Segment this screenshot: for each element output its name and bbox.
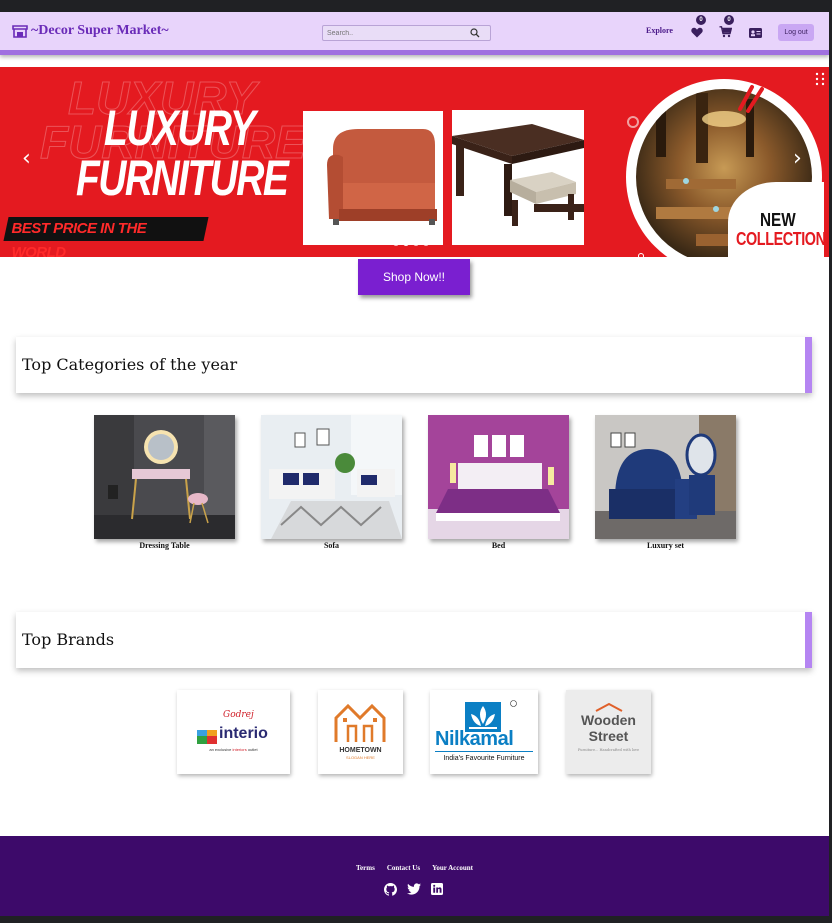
dressing-table-image — [94, 415, 235, 539]
roof-icon — [595, 702, 623, 712]
heart-icon[interactable] — [691, 27, 703, 38]
footer-link-contact[interactable]: Contact Us — [387, 864, 420, 872]
sofa-image — [303, 111, 443, 245]
logout-button[interactable]: Log out — [778, 24, 814, 41]
brand-card-wooden-street[interactable]: Wooden Street Furniture... Handcrafted w… — [566, 690, 651, 774]
decor-ring — [627, 116, 639, 128]
product-frame-sofa — [303, 111, 443, 245]
carousel-dot[interactable] — [403, 240, 409, 246]
hometown-wordmark: HOMETOWN — [339, 747, 382, 754]
carousel-dot[interactable] — [393, 240, 399, 246]
godrej-script: Godrej — [223, 710, 254, 720]
banner-accent-stripes — [738, 85, 764, 113]
luxury-set-image — [595, 415, 736, 539]
categories-title: Top Categories of the year — [22, 355, 238, 374]
banner-headline-line1: LUXURY — [104, 100, 256, 156]
category-card-bed[interactable] — [428, 415, 569, 539]
carousel-dot[interactable] — [413, 240, 419, 246]
carousel-indicators — [393, 240, 429, 246]
hero-carousel[interactable]: LUXURY FURNITURE LUXURY FURNITURE BEST P… — [0, 67, 829, 257]
banner-tagline: BEST PRICE IN THE WORLD — [3, 217, 209, 257]
page: ~Decor Super Market~ Explore 0 0 — [0, 12, 829, 916]
nilkamal-tagline: India's Favourite Furniture — [443, 755, 525, 762]
footer-link-terms[interactable]: Terms — [356, 864, 375, 872]
hometown-logo-icon — [334, 703, 386, 742]
wooden-street-line2: Street — [588, 728, 629, 744]
bed-image — [428, 415, 569, 539]
search-icon[interactable] — [470, 28, 480, 38]
cart-count-badge: 0 — [724, 15, 734, 25]
sofa-category-image — [261, 415, 402, 539]
navbar: ~Decor Super Market~ Explore 0 0 — [0, 12, 829, 55]
grid-menu-icon[interactable] — [815, 72, 825, 86]
interio-subline: an exclusive interiors outlet — [209, 747, 258, 752]
carousel-prev-button[interactable]: ‹ — [22, 147, 38, 171]
footer-link-account[interactable]: Your Account — [432, 864, 473, 872]
carousel-dot[interactable] — [423, 240, 429, 246]
brand-card-hometown[interactable]: HOMETOWN SLOGAN HERE — [318, 690, 403, 774]
github-icon[interactable] — [384, 883, 397, 896]
wooden-street-line1: Wooden — [581, 712, 636, 728]
brand-logo[interactable]: ~Decor Super Market~ — [12, 23, 169, 39]
twitter-icon[interactable] — [407, 883, 421, 895]
carousel-next-button[interactable]: › — [793, 147, 809, 171]
brand-card-godrej-interio[interactable]: Godrej interio an exclusive interiors ou… — [177, 690, 290, 774]
category-card-luxury-set[interactable] — [595, 415, 736, 539]
social-links — [384, 883, 443, 896]
interio-mark-icon — [197, 730, 217, 744]
wishlist-count-badge: 0 — [696, 15, 706, 25]
hometown-slogan: SLOGAN HERE — [346, 755, 375, 760]
category-label[interactable]: Luxury set — [595, 541, 736, 550]
brand-name: ~Decor Super Market~ — [31, 23, 169, 38]
explore-link[interactable]: Explore — [646, 26, 673, 35]
category-card-sofa[interactable] — [261, 415, 402, 539]
registered-icon — [510, 700, 517, 707]
banner-headline-line2: FURNITURE — [76, 150, 289, 206]
brands-header: Top Brands — [16, 612, 812, 668]
search-bar[interactable] — [322, 25, 491, 41]
brand-card-nilkamal[interactable]: Nilkamal India's Favourite Furniture — [430, 690, 538, 774]
nilkamal-wordmark: Nilkamal — [435, 728, 514, 750]
category-label[interactable]: Bed — [428, 541, 569, 550]
search-input[interactable] — [327, 27, 457, 39]
id-card-icon[interactable] — [749, 28, 762, 38]
nilkamal-divider — [435, 751, 533, 752]
footer: Terms Contact Us Your Account — [0, 836, 829, 916]
wooden-street-subline: Furniture... Handcrafted with love — [577, 748, 640, 752]
shop-now-button[interactable]: Shop Now!! — [358, 259, 470, 295]
brands-title: Top Brands — [22, 630, 115, 649]
linkedin-icon[interactable] — [431, 883, 443, 895]
category-label[interactable]: Dressing Table — [94, 541, 235, 550]
coffee-table-image — [452, 110, 584, 245]
category-label[interactable]: Sofa — [261, 541, 402, 550]
category-card-dressing-table[interactable] — [94, 415, 235, 539]
new-collection-badge: NEW COLLECTION — [728, 182, 826, 257]
decor-dot — [638, 253, 644, 257]
shop-icon — [12, 25, 28, 38]
product-frame-table — [452, 110, 584, 245]
interio-wordmark: interio — [219, 725, 268, 742]
cart-icon[interactable] — [719, 26, 732, 38]
footer-links: Terms Contact Us Your Account — [0, 857, 829, 875]
categories-header: Top Categories of the year — [16, 337, 812, 393]
